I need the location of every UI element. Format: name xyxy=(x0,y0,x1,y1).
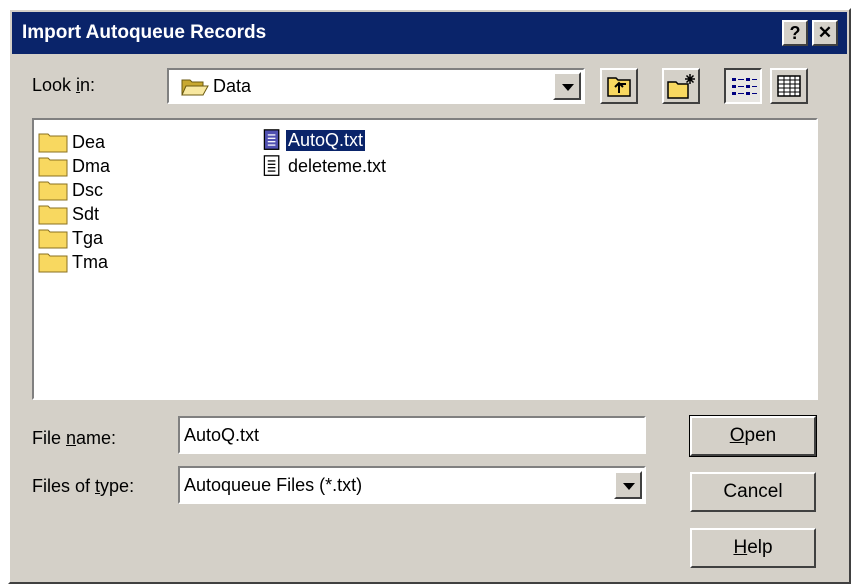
cancel-button[interactable]: Cancel xyxy=(690,472,816,512)
file-name-label: File name: xyxy=(32,428,117,448)
file-name-input[interactable]: AutoQ.txt xyxy=(178,416,646,454)
file-type-dropdown-button[interactable] xyxy=(614,471,642,499)
file-list[interactable]: Dea Dma Dsc Sdt Tga Tma AutoQ.txt delete… xyxy=(32,118,818,400)
text-file-icon xyxy=(263,129,280,150)
folder-icon xyxy=(38,229,68,249)
list-item-selected[interactable]: AutoQ.txt xyxy=(260,128,367,152)
help-button[interactable]: Help xyxy=(690,528,816,568)
list-view-icon xyxy=(732,78,757,95)
file-name-value: AutoQ.txt xyxy=(184,425,260,445)
details-view-icon xyxy=(777,75,801,97)
list-view-button[interactable] xyxy=(724,68,762,104)
look-in-combo[interactable]: Data xyxy=(167,68,585,104)
folder-icon xyxy=(38,133,68,153)
list-item[interactable]: Dsc xyxy=(38,178,105,202)
file-type-label: Files of type: xyxy=(32,476,135,496)
folder-icon xyxy=(38,253,68,273)
list-item[interactable]: Dea xyxy=(38,130,107,154)
new-folder-button[interactable] xyxy=(662,68,700,104)
list-item[interactable]: deleteme.txt xyxy=(260,154,388,178)
title-bar[interactable]: Import Autoqueue Records ? ✕ xyxy=(12,12,847,54)
list-item[interactable]: Tma xyxy=(38,250,110,274)
look-in-label: Look in: xyxy=(32,75,96,95)
look-in-dropdown-button[interactable] xyxy=(553,72,581,100)
up-one-level-button[interactable] xyxy=(600,68,638,104)
folder-icon xyxy=(38,181,68,201)
open-folder-icon xyxy=(181,79,209,96)
up-one-level-icon xyxy=(607,77,631,97)
look-in-value: Data xyxy=(213,76,252,96)
import-dialog: Import Autoqueue Records ? ✕ Look in: Da… xyxy=(8,8,851,584)
file-type-value: Autoqueue Files (*.txt) xyxy=(184,475,363,495)
new-folder-icon xyxy=(667,74,695,99)
window-title: Import Autoqueue Records xyxy=(22,22,267,43)
file-type-select[interactable]: Autoqueue Files (*.txt) xyxy=(178,466,646,504)
list-item[interactable]: Dma xyxy=(38,154,112,178)
open-button[interactable]: Open xyxy=(689,415,817,457)
help-title-button[interactable]: ? xyxy=(782,20,808,46)
details-view-button[interactable] xyxy=(770,68,808,104)
close-button[interactable]: ✕ xyxy=(812,20,838,46)
text-file-icon xyxy=(263,155,280,176)
list-item[interactable]: Tga xyxy=(38,226,105,250)
folder-icon xyxy=(38,157,68,177)
list-item[interactable]: Sdt xyxy=(38,202,101,226)
folder-icon xyxy=(38,205,68,225)
